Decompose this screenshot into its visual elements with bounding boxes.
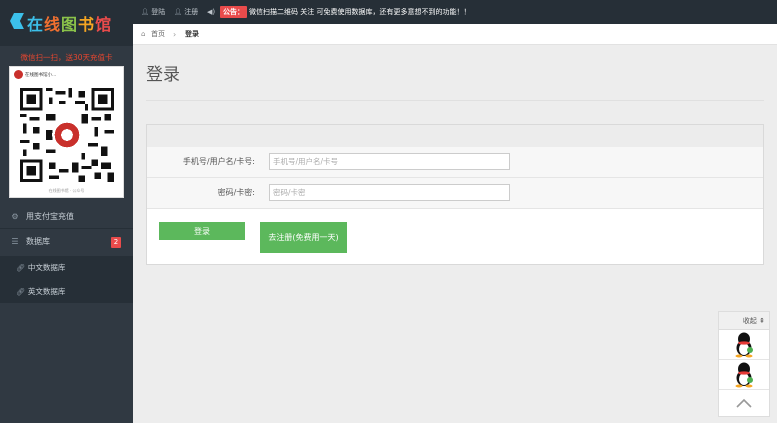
qq-penguin-icon bbox=[735, 332, 753, 358]
divider bbox=[146, 100, 764, 101]
sidebar-item-label: 英文数据库 bbox=[27, 287, 66, 296]
logo-text: 在线图书馆 bbox=[27, 11, 112, 35]
collapse-button[interactable]: 收起 ⇞ bbox=[719, 312, 769, 330]
logo-mark-icon bbox=[10, 13, 24, 29]
sidebar-item-english-database[interactable]: 🔗︎ 英文数据库 bbox=[0, 280, 133, 303]
float-contact-widget: 收起 ⇞ bbox=[718, 311, 770, 417]
scan-tip: 微信扫一扫，送30天充值卡 bbox=[20, 53, 113, 62]
sidebar-item-database[interactable]: ☰ 数据库 2 bbox=[0, 230, 133, 254]
account-row: 手机号/用户名/卡号: bbox=[147, 147, 763, 178]
qr-code-image bbox=[20, 88, 114, 182]
count-badge: 2 bbox=[111, 237, 121, 248]
password-label: 密码/卡密: bbox=[217, 188, 255, 197]
top-register-link[interactable]: 👤︎ 注册 bbox=[174, 0, 198, 24]
sidebar-item-chinese-database[interactable]: 🔗︎ 中文数据库 bbox=[0, 256, 133, 279]
account-input[interactable] bbox=[269, 153, 510, 170]
breadcrumb-home[interactable]: 首页 bbox=[151, 24, 165, 45]
top-bar: 👤︎ 登陆 👤︎ 注册 ◀) 公告： 微信扫描二维码 关注 可免费使用数据库，还有更… bbox=[133, 0, 777, 24]
logo-char: 馆 bbox=[95, 15, 113, 34]
sidebar-item-label: 数据库 bbox=[26, 237, 50, 246]
sidebar-item-alipay-recharge[interactable]: ⚙ 用支付宝充值 bbox=[0, 205, 133, 229]
password-row: 密码/卡密: bbox=[147, 178, 763, 209]
chevron-right-icon: › bbox=[173, 30, 177, 39]
sidebar-item-label: 中文数据库 bbox=[27, 263, 66, 272]
breadcrumb-current: 登录 bbox=[185, 30, 199, 38]
breadcrumb: ⌂ 首页 › 登录 bbox=[133, 24, 777, 45]
gear-icon: ⚙ bbox=[11, 212, 19, 221]
logo-char: 线 bbox=[44, 15, 62, 34]
sidebar-item-label: 用支付宝充值 bbox=[26, 212, 74, 221]
panel-header bbox=[147, 125, 763, 148]
sidebar-submenu: 🔗︎ 中文数据库 🔗︎ 英文数据库 bbox=[0, 256, 133, 303]
back-to-top-button[interactable] bbox=[719, 389, 769, 417]
qr-card: 在线图书馆小... 在线图书馆 · 公众号 bbox=[9, 66, 124, 198]
qr-footer: 在线图书馆 · 公众号 bbox=[48, 188, 85, 193]
chevron-up-icon bbox=[736, 398, 752, 408]
login-button[interactable]: 登录 bbox=[159, 222, 245, 240]
logo-char: 在 bbox=[27, 15, 45, 34]
register-button[interactable]: 去注册(免费用一天) bbox=[260, 222, 347, 253]
user-icon: 👤︎ bbox=[141, 8, 150, 16]
qq-contact-button[interactable] bbox=[719, 330, 769, 360]
speaker-icon: ◀) bbox=[207, 8, 216, 16]
sidebar: 在线图书馆 微信扫一扫，送30天充值卡 在线图书馆小... 在线图书馆 · 公众… bbox=[0, 0, 133, 423]
top-login-link[interactable]: 👤︎ 登陆 bbox=[141, 0, 165, 24]
home-icon: ⌂ bbox=[141, 30, 146, 38]
logo[interactable]: 在线图书馆 bbox=[0, 0, 133, 46]
qq-penguin-icon bbox=[735, 362, 753, 388]
user-icon: 👤︎ bbox=[174, 8, 183, 16]
logo-char: 图 bbox=[61, 15, 79, 34]
page-title: 登录 bbox=[146, 65, 180, 85]
qq-contact-button[interactable] bbox=[719, 360, 769, 390]
link-icon: 🔗︎ bbox=[16, 288, 25, 296]
qr-header: 在线图书馆小... bbox=[14, 70, 56, 79]
list-icon: ☰ bbox=[11, 237, 19, 246]
notice-text: 微信扫描二维码 关注 可免费使用数据库，还有更多意想不到的功能！！ bbox=[249, 8, 471, 16]
link-icon: 🔗︎ bbox=[16, 264, 25, 272]
password-input[interactable] bbox=[269, 184, 510, 201]
login-panel: 手机号/用户名/卡号: 密码/卡密: 登录 去注册(免费用一天) bbox=[146, 124, 764, 265]
notice-badge: 公告： bbox=[220, 6, 247, 18]
double-chevron-up-icon: ⇞ bbox=[759, 317, 765, 325]
avatar bbox=[14, 70, 23, 79]
logo-char: 书 bbox=[78, 15, 96, 34]
account-label: 手机号/用户名/卡号: bbox=[182, 157, 255, 166]
